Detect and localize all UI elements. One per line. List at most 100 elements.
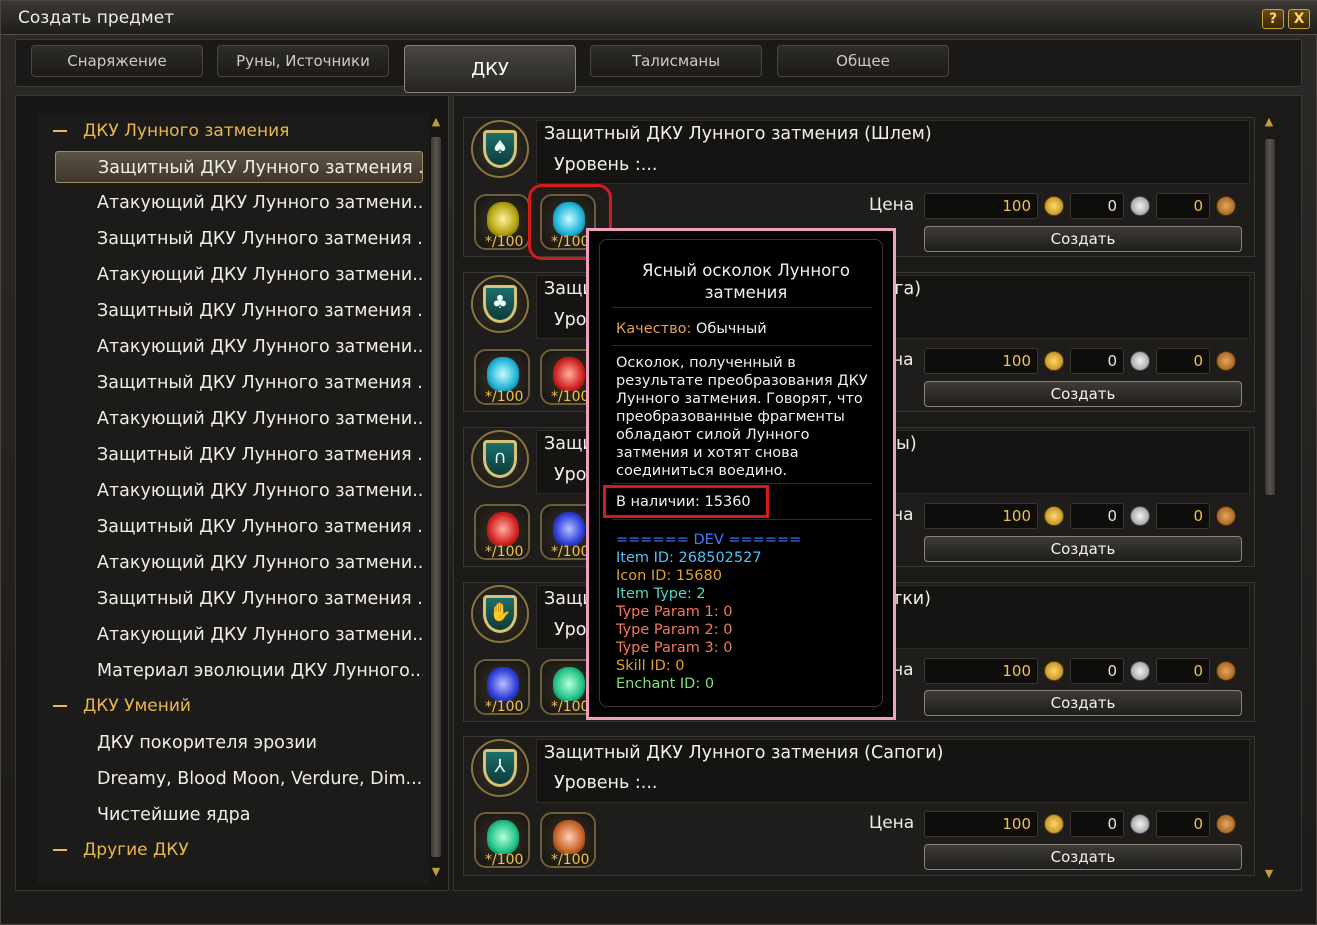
silver-price: 0 <box>1070 193 1124 219</box>
copper-price: 0 <box>1156 811 1210 837</box>
silver-price: 0 <box>1070 658 1124 684</box>
copper-coin-icon <box>1216 196 1236 216</box>
tree-item[interactable]: Защитный ДКУ Лунного затмения ... <box>55 439 423 471</box>
material-count: */100 <box>485 852 524 868</box>
material-slot[interactable]: */100 <box>540 812 596 868</box>
helmet-emblem-icon: ♠ <box>471 120 529 178</box>
material-count: */100 <box>485 389 524 405</box>
chevron-up-icon[interactable]: ▲ <box>1262 115 1276 128</box>
tree-item[interactable]: Атакующий ДКУ Лунного затмени... <box>55 619 423 651</box>
category-moon-eclipse[interactable]: ДКУ Лунного затмения <box>53 116 289 146</box>
boots-emblem-icon: ⅄ <box>471 739 529 797</box>
recipe-scrollbar[interactable]: ▲ ▼ <box>1262 115 1278 885</box>
dev-enchant-id: Enchant ID: 0 <box>616 676 715 692</box>
chevron-down-icon[interactable]: ▼ <box>429 865 443 878</box>
scrollbar-thumb[interactable] <box>431 137 441 857</box>
material-count: */100 <box>551 699 590 715</box>
gold-coin-icon <box>1044 506 1064 526</box>
tab-general[interactable]: Общее <box>777 45 949 77</box>
green-shard-icon <box>553 667 585 701</box>
tree-scrollbar[interactable]: ▲ ▼ <box>429 115 443 881</box>
divider <box>612 483 872 484</box>
tree-item[interactable]: Защитный ДКУ Лунного затмения ... <box>55 583 423 615</box>
recipe-level: Уро <box>554 465 587 485</box>
chevron-down-icon[interactable]: ▼ <box>1262 867 1276 880</box>
category-other-dku[interactable]: Другие ДКУ <box>53 835 189 865</box>
recipe-name-tail: тки) <box>892 589 931 609</box>
dev-item-type: Item Type: 2 <box>616 586 706 602</box>
create-button[interactable]: Создать <box>924 844 1242 870</box>
tree-item[interactable]: Атакующий ДКУ Лунного затмени... <box>55 331 423 363</box>
tree-item[interactable]: Атакующий ДКУ Лунного затмени... <box>55 547 423 579</box>
gold-price: 100 <box>924 658 1038 684</box>
price-label: Цена <box>869 813 915 833</box>
scrollbar-thumb[interactable] <box>1265 139 1275 495</box>
category-skill-dku[interactable]: ДКУ Умений <box>53 691 191 721</box>
create-button[interactable]: Создать <box>924 536 1242 562</box>
gold-price: 100 <box>924 193 1038 219</box>
silver-coin-icon <box>1130 196 1150 216</box>
silver-coin-icon <box>1130 351 1150 371</box>
dev-item-id: Item ID: 268502527 <box>616 550 762 566</box>
gold-coin-icon <box>1044 351 1064 371</box>
window-title: Создать предмет <box>18 8 175 28</box>
quality-row: Качество: Обычный <box>616 321 767 337</box>
cyan-shard-icon <box>487 357 519 391</box>
create-button[interactable]: Создать <box>924 690 1242 716</box>
tree-item[interactable]: Dreamy, Blood Moon, Verdure, Dim... <box>55 763 423 795</box>
tab-dku[interactable]: ДКУ <box>404 45 576 93</box>
tree-item[interactable]: Защитный ДКУ Лунного затмения ... <box>55 511 423 543</box>
copper-coin-icon <box>1216 351 1236 371</box>
create-item-window: Создать предмет ? X Снаряжение Руны, Ист… <box>0 0 1317 925</box>
tree-item[interactable]: ДКУ покорителя эрозии <box>55 727 423 759</box>
silver-coin-icon <box>1130 506 1150 526</box>
divider <box>612 519 872 520</box>
create-button[interactable]: Создать <box>924 226 1242 252</box>
gloves-emblem-icon: ✋ <box>471 585 529 643</box>
recipe-name-tail: ы) <box>896 434 917 454</box>
tree-item[interactable]: Материал эволюции ДКУ Лунного... <box>55 655 423 687</box>
tooltip-title: Ясный осколок Лунного затмения <box>641 261 850 302</box>
material-slot[interactable]: */100 <box>474 504 530 560</box>
material-slot[interactable]: */100 <box>474 812 530 868</box>
gold-price: 100 <box>924 503 1038 529</box>
blue-shard-icon <box>487 667 519 701</box>
tab-equipment[interactable]: Снаряжение <box>31 45 203 77</box>
close-button[interactable]: X <box>1288 9 1310 29</box>
material-slot[interactable]: */100 <box>474 349 530 405</box>
help-button[interactable]: ? <box>1262 9 1284 29</box>
copper-price: 0 <box>1156 348 1210 374</box>
recipe-level: Уровень :... <box>554 773 658 793</box>
tree-item[interactable]: Атакующий ДКУ Лунного затмени... <box>55 403 423 435</box>
tree-item[interactable]: Атакующий ДКУ Лунного затмени... <box>55 187 423 219</box>
copper-coin-icon <box>1216 506 1236 526</box>
dev-header: ====== DEV ====== <box>616 532 802 548</box>
tree-item[interactable]: Атакующий ДКУ Лунного затмени... <box>55 259 423 291</box>
tab-runes[interactable]: Руны, Источники <box>217 45 389 77</box>
tree-item[interactable]: Чистейшие ядра <box>55 799 423 831</box>
tree-item[interactable]: Атакующий ДКУ Лунного затмени... <box>55 475 423 507</box>
material-slot[interactable]: */100 <box>474 194 530 250</box>
material-count: */100 <box>485 699 524 715</box>
gold-coin-icon <box>1044 196 1064 216</box>
item-tooltip: Ясный осколок Лунного затмения Качество:… <box>586 228 896 720</box>
create-button[interactable]: Создать <box>924 381 1242 407</box>
dev-type-param-1: Type Param 1: 0 <box>616 604 733 620</box>
armor-emblem-icon: ♣ <box>471 275 529 333</box>
tree-item[interactable]: Защитный ДКУ Лунного затмения ... <box>55 367 423 399</box>
material-count: */100 <box>551 389 590 405</box>
yellow-shard-icon <box>487 202 519 236</box>
tree-item[interactable]: Защитный ДКУ Лунного затмения ... <box>55 223 423 255</box>
tab-talismans[interactable]: Талисманы <box>590 45 762 77</box>
pants-emblem-icon: ∩ <box>471 430 529 488</box>
recipe-name: Защитный ДКУ Лунного затмения (Сапоги) <box>544 743 944 763</box>
chevron-up-icon[interactable]: ▲ <box>429 115 443 128</box>
divider <box>612 345 872 346</box>
silver-coin-icon <box>1130 661 1150 681</box>
recipe-level: Уро <box>554 620 587 640</box>
green-shard-icon <box>487 820 519 854</box>
tree-item[interactable]: Защитный ДКУ Лунного затмения ... <box>55 151 423 183</box>
price-label: Цена <box>869 195 915 215</box>
material-slot[interactable]: */100 <box>474 659 530 715</box>
tree-item[interactable]: Защитный ДКУ Лунного затмения ... <box>55 295 423 327</box>
